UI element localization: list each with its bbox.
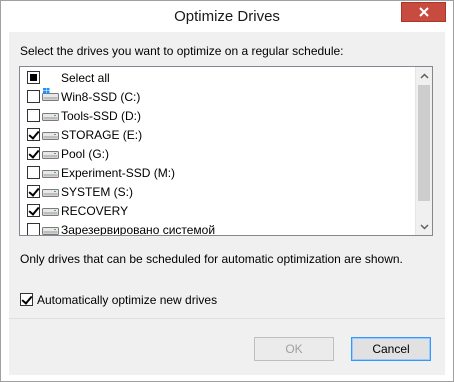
drive-row[interactable]: Experiment-SSD (M:) (20, 163, 415, 182)
drive-label: Зарезервировано системой (61, 223, 216, 235)
close-icon (418, 7, 429, 17)
info-note: Only drives that can be scheduled for au… (20, 252, 403, 266)
list-scrollbar[interactable] (415, 67, 432, 235)
drive-icon (42, 129, 59, 141)
drive-row[interactable]: RECOVERY (20, 201, 415, 220)
drive-label: STORAGE (E:) (61, 128, 143, 142)
select-all-label: Select all (61, 71, 110, 85)
drive-checkbox[interactable] (27, 128, 40, 141)
auto-optimize-option[interactable]: Automatically optimize new drives (20, 292, 320, 308)
drive-checkbox[interactable] (27, 185, 40, 198)
drive-label: SYSTEM (S:) (61, 185, 134, 199)
cancel-button[interactable]: Cancel (351, 337, 431, 361)
drive-icon (42, 186, 59, 198)
drives-list-items: Select all Win8-SSD (C:) Tools-SSD (D:) STO… (20, 67, 415, 235)
drive-row[interactable]: Tools-SSD (D:) (20, 106, 415, 125)
drive-label: RECOVERY (61, 204, 129, 218)
scroll-thumb[interactable] (418, 85, 430, 201)
drive-checkbox[interactable] (27, 166, 40, 179)
title-bar: Optimize Drives (1, 1, 453, 32)
dialog-footer: OK Cancel (9, 318, 445, 375)
drive-icon (42, 224, 59, 235)
drive-label: Win8-SSD (C:) (61, 90, 141, 104)
window-title: Optimize Drives (174, 8, 280, 25)
drive-row[interactable]: STORAGE (E:) (20, 125, 415, 144)
drive-icon (42, 148, 59, 160)
ok-button[interactable]: OK (254, 337, 334, 361)
scroll-up-button[interactable] (416, 67, 432, 84)
auto-optimize-label: Automatically optimize new drives (37, 293, 218, 307)
scroll-down-button[interactable] (416, 218, 432, 235)
drive-row[interactable]: Pool (G:) (20, 144, 415, 163)
select-all-checkbox[interactable] (27, 71, 40, 84)
drive-icon (42, 167, 59, 179)
dialog-body: Select the drives you want to optimize o… (9, 32, 445, 318)
drive-checkbox[interactable] (27, 223, 40, 235)
drive-row[interactable]: Win8-SSD (C:) (20, 87, 415, 106)
drives-list[interactable]: Select all Win8-SSD (C:) Tools-SSD (D:) STO… (19, 66, 433, 236)
drive-checkbox[interactable] (27, 204, 40, 217)
drive-checkbox[interactable] (27, 109, 40, 122)
chevron-up-icon (419, 72, 429, 79)
windows-drive-icon (42, 88, 59, 101)
close-button[interactable] (401, 2, 446, 22)
drive-label: Experiment-SSD (M:) (61, 166, 176, 180)
drive-checkbox[interactable] (27, 90, 40, 103)
drive-label: Tools-SSD (D:) (61, 109, 142, 123)
instruction-text: Select the drives you want to optimize o… (20, 44, 344, 58)
chevron-down-icon (419, 223, 429, 230)
drive-icon (42, 110, 59, 122)
auto-optimize-checkbox[interactable] (20, 293, 33, 306)
select-all-row[interactable]: Select all (20, 68, 415, 87)
drive-checkbox[interactable] (27, 147, 40, 160)
drive-row[interactable]: Зарезервировано системой (20, 220, 415, 235)
drive-label: Pool (G:) (61, 147, 110, 161)
drive-icon (42, 205, 59, 217)
drive-row[interactable]: SYSTEM (S:) (20, 182, 415, 201)
optimize-drives-dialog: Optimize Drives Select the drives you wa… (0, 0, 454, 382)
